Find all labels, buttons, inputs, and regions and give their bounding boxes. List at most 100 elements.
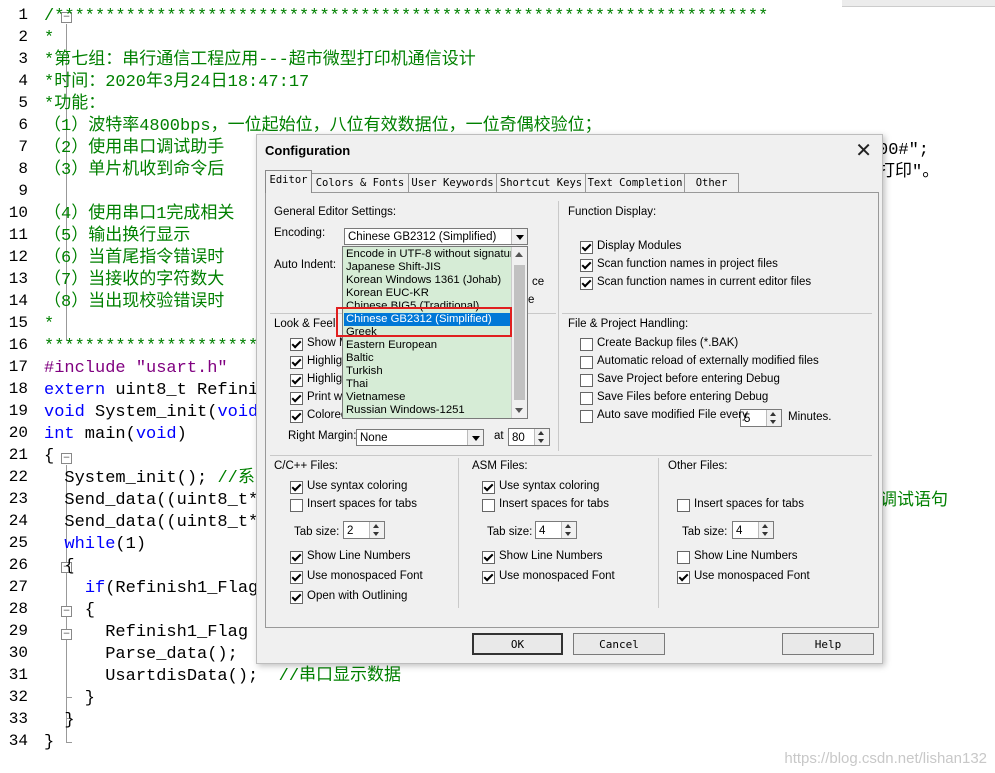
c-mono-label: Use monospaced Font bbox=[307, 570, 423, 582]
auto-indent-label: Auto Indent: bbox=[274, 259, 337, 271]
chevron-down-icon[interactable] bbox=[467, 430, 483, 445]
fold-marker-icon[interactable]: − bbox=[61, 453, 72, 464]
code-line: } bbox=[44, 689, 96, 708]
dropdown-option[interactable]: Japanese Shift-JIS bbox=[346, 261, 441, 274]
line-number: 24 bbox=[8, 512, 28, 530]
checkbox[interactable] bbox=[580, 356, 593, 369]
encoding-label: Encoding: bbox=[274, 227, 326, 239]
tab-other[interactable]: Other bbox=[684, 173, 739, 192]
line-number: 33 bbox=[8, 710, 28, 728]
spinner-arrows-icon[interactable] bbox=[369, 522, 384, 538]
other-linenumbers-label: Show Line Numbers bbox=[694, 550, 798, 562]
dropdown-option[interactable]: Thai bbox=[346, 378, 368, 391]
code-line: } bbox=[44, 711, 75, 730]
checkbox-label: Display Modules bbox=[597, 240, 682, 252]
dropdown-scrollbar[interactable] bbox=[511, 247, 527, 418]
other-mono-checkbox[interactable] bbox=[677, 571, 690, 584]
asm-mono-checkbox[interactable] bbox=[482, 571, 495, 584]
spinner-arrows-icon[interactable] bbox=[561, 522, 576, 538]
chevron-down-icon[interactable] bbox=[511, 229, 527, 244]
separator bbox=[270, 455, 872, 456]
checkbox[interactable] bbox=[290, 338, 303, 351]
tab-colors-fonts[interactable]: Colors & Fonts bbox=[311, 173, 409, 192]
checkbox[interactable] bbox=[580, 392, 593, 405]
checkbox[interactable] bbox=[290, 356, 303, 369]
other-tabsize-spinner[interactable]: 4 bbox=[732, 521, 774, 539]
close-icon[interactable]: ✕ bbox=[855, 138, 872, 163]
line-number: 25 bbox=[8, 534, 28, 552]
line-number: 28 bbox=[8, 600, 28, 618]
line-number: 7 bbox=[18, 138, 28, 156]
code-line: （4）使用串口1完成相关 bbox=[44, 205, 235, 224]
right-margin-select[interactable]: None bbox=[356, 429, 484, 446]
tab-shortcut-keys[interactable]: Shortcut Keys bbox=[496, 173, 586, 192]
right-margin-spinner[interactable]: 80 bbox=[508, 428, 550, 446]
c-syntax-checkbox[interactable] bbox=[290, 481, 303, 494]
scroll-up-icon[interactable] bbox=[512, 247, 527, 262]
spinner-arrows-icon[interactable] bbox=[534, 429, 549, 445]
checkbox[interactable] bbox=[580, 277, 593, 290]
c-spaces-checkbox[interactable] bbox=[290, 499, 303, 512]
highlight-annotation-box bbox=[336, 307, 512, 337]
spinner-arrows-icon[interactable] bbox=[766, 410, 781, 426]
cfiles-heading: C/C++ Files: bbox=[274, 460, 338, 472]
otherfiles-heading: Other Files: bbox=[668, 460, 728, 472]
dropdown-option[interactable]: Baltic bbox=[346, 352, 374, 365]
other-spaces-checkbox[interactable] bbox=[677, 499, 690, 512]
checkbox-label: Scan function names in project files bbox=[597, 258, 778, 270]
checkbox[interactable] bbox=[290, 374, 303, 387]
right-margin-value: None bbox=[360, 432, 388, 444]
checkbox[interactable] bbox=[290, 410, 303, 423]
code-line: /***************************************… bbox=[44, 7, 769, 26]
line-number: 31 bbox=[8, 666, 28, 684]
scroll-thumb[interactable] bbox=[514, 265, 525, 400]
c-mono-checkbox[interactable] bbox=[290, 571, 303, 584]
cancel-button[interactable]: Cancel bbox=[573, 633, 665, 655]
asm-syntax-checkbox[interactable] bbox=[482, 481, 495, 494]
ok-button[interactable]: OK bbox=[472, 633, 563, 655]
dropdown-option[interactable]: Turkish bbox=[346, 365, 383, 378]
line-number: 17 bbox=[8, 358, 28, 376]
checkbox[interactable] bbox=[580, 374, 593, 387]
at-label: at bbox=[494, 430, 504, 442]
other-linenumbers-checkbox[interactable] bbox=[677, 551, 690, 564]
spinner-arrows-icon[interactable] bbox=[758, 522, 773, 538]
checkbox-label: Save Files before entering Debug bbox=[597, 391, 769, 403]
c-tabsize-spinner[interactable]: 2 bbox=[343, 521, 385, 539]
dropdown-option[interactable]: Vietnamese bbox=[346, 391, 405, 404]
line-number: 22 bbox=[8, 468, 28, 486]
asm-spaces-checkbox[interactable] bbox=[482, 499, 495, 512]
minutes-label: Minutes. bbox=[788, 411, 832, 423]
checkbox[interactable] bbox=[580, 241, 593, 254]
line-number: 26 bbox=[8, 556, 28, 574]
code-line: { bbox=[44, 557, 75, 576]
c-linenumbers-checkbox[interactable] bbox=[290, 551, 303, 564]
top-strip bbox=[842, 0, 995, 7]
checkbox[interactable] bbox=[290, 392, 303, 405]
c-outlining-checkbox[interactable] bbox=[290, 591, 303, 604]
checkbox[interactable] bbox=[580, 410, 593, 423]
c-tabsize-label: Tab size: bbox=[294, 526, 340, 538]
partial-text: e bbox=[528, 294, 535, 306]
tab-user-keywords[interactable]: User Keywords bbox=[408, 173, 497, 192]
dropdown-option[interactable]: Encode in UTF-8 without signature bbox=[346, 248, 520, 261]
dropdown-option[interactable]: Korean Windows 1361 (Johab) bbox=[346, 274, 501, 287]
checkbox[interactable] bbox=[580, 338, 593, 351]
tab-editor[interactable]: Editor bbox=[265, 170, 312, 193]
help-button[interactable]: Help bbox=[782, 633, 874, 655]
encoding-select[interactable]: Chinese GB2312 (Simplified) bbox=[344, 228, 528, 245]
checkbox[interactable] bbox=[580, 259, 593, 272]
dropdown-option[interactable]: Korean EUC-KR bbox=[346, 287, 429, 300]
line-number: 12 bbox=[8, 248, 28, 266]
fold-margin: − − − − − bbox=[30, 0, 72, 773]
line-number: 18 bbox=[8, 380, 28, 398]
dropdown-option[interactable]: Eastern European bbox=[346, 339, 437, 352]
dropdown-option[interactable]: Russian Windows-1251 bbox=[346, 404, 465, 417]
checkbox-label: Save Project before entering Debug bbox=[597, 373, 780, 385]
code-line: （8）当出现校验错误时 bbox=[44, 293, 225, 312]
asm-tabsize-spinner[interactable]: 4 bbox=[535, 521, 577, 539]
code-line: （7）当接收的字符数大 bbox=[44, 271, 225, 290]
scroll-down-icon[interactable] bbox=[512, 403, 527, 418]
asm-linenumbers-checkbox[interactable] bbox=[482, 551, 495, 564]
tab-text-completion[interactable]: Text Completion bbox=[585, 173, 685, 192]
